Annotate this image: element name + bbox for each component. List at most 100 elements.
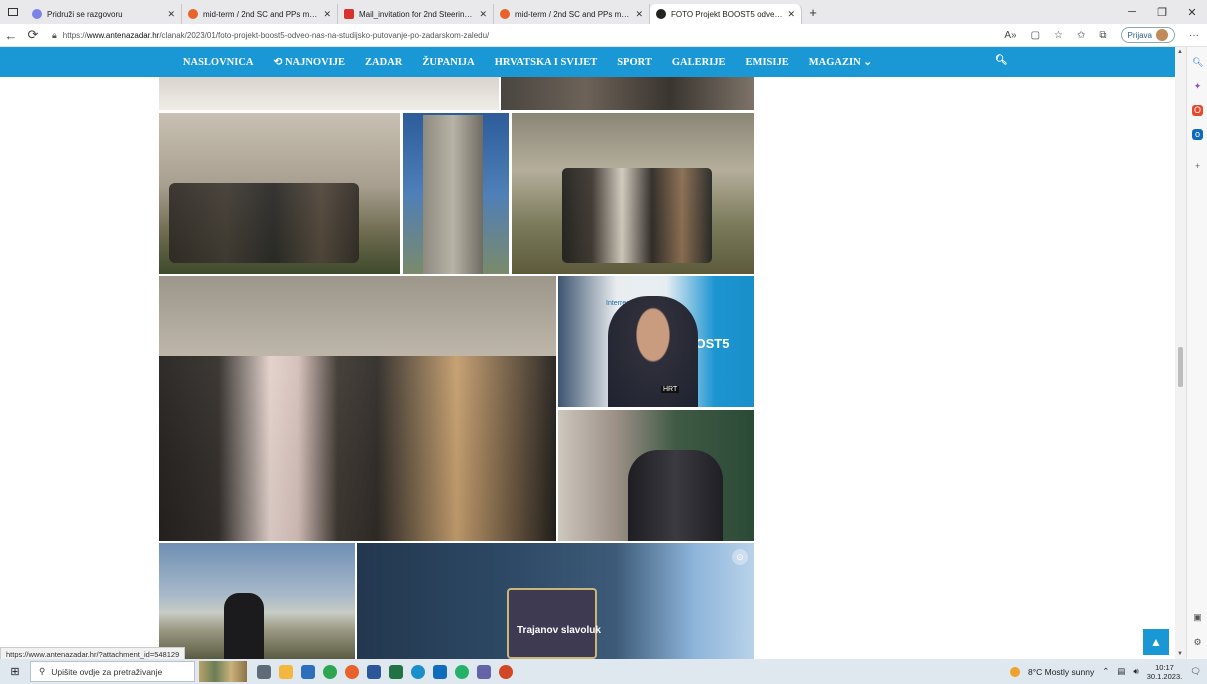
url-host: www.antenazadar.hr xyxy=(86,30,160,40)
teams-icon xyxy=(32,9,42,19)
windows-start-icon[interactable]: ⊞ xyxy=(0,665,30,678)
favorite-star-icon[interactable]: ☆ xyxy=(1054,30,1063,41)
teams-icon[interactable] xyxy=(477,664,491,679)
gallery-photo[interactable] xyxy=(558,410,754,541)
tab-actions-icon[interactable] xyxy=(0,0,26,24)
collections-icon[interactable]: ⧉ xyxy=(1099,30,1106,41)
read-aloud-icon[interactable]: A» xyxy=(1004,30,1016,41)
add-sidebar-icon[interactable]: + xyxy=(1192,161,1203,172)
volume-icon[interactable]: 🔊︎ xyxy=(1133,666,1138,677)
close-tab-icon[interactable]: ✕ xyxy=(787,9,795,20)
close-tab-icon[interactable]: ✕ xyxy=(635,9,643,20)
browser-tab[interactable]: mid-term / 2nd SC and PPs meet ✕ xyxy=(494,4,650,24)
gallery-photo[interactable] xyxy=(159,276,556,541)
firefox-icon[interactable] xyxy=(345,664,359,679)
nav-magazin[interactable]: MAGAZIN ⌄ xyxy=(809,56,872,68)
new-tab-icon[interactable]: + xyxy=(802,5,824,20)
pdf-icon xyxy=(344,9,354,19)
photo-gallery: Interreg BOOST5 HRT Trajanov slavoluk ⊙ xyxy=(0,77,1175,659)
close-tab-icon[interactable]: ✕ xyxy=(323,9,331,20)
search-highlight-image[interactable] xyxy=(199,661,247,682)
nav-sport[interactable]: SPORT xyxy=(617,57,652,68)
outlook-icon[interactable]: o xyxy=(1192,129,1203,140)
settings-gear-icon[interactable]: ⚙ xyxy=(1192,637,1203,648)
nav-hrvatska-i-svijet[interactable]: HRVATSKA I SVIJET xyxy=(495,57,598,68)
taskbar-search-input[interactable]: ⚲ Upišite ovdje za pretraživanje xyxy=(30,661,195,682)
gallery-photo[interactable] xyxy=(159,543,355,659)
address-bar: ← ⟳ 🔒︎ https://www.antenazadar.hr/clanak… xyxy=(0,24,1207,47)
notifications-icon[interactable]: 🗨︎ xyxy=(1190,666,1201,677)
edge-sidebar: 🔍︎ ✦ O o + ▣ ⚙ xyxy=(1186,47,1207,659)
tab-label: mid-term / 2nd SC and PPs meet xyxy=(515,9,632,19)
profile-label: Prijava xyxy=(1127,30,1152,40)
nav-naslovnica[interactable]: NASLOVNICA xyxy=(183,57,254,68)
minimize-icon[interactable]: ─ xyxy=(1117,6,1147,19)
gallery-photo[interactable] xyxy=(501,77,754,110)
weather-sun-icon[interactable] xyxy=(1010,666,1020,677)
nav-zupanija[interactable]: ŽUPANIJA xyxy=(422,57,474,68)
browser-tab[interactable]: Mail_invitation for 2nd Steering C ✕ xyxy=(338,4,494,24)
nav-galerije[interactable]: GALERIJE xyxy=(672,57,726,68)
url-field[interactable]: 🔒︎ https://www.antenazadar.hr/clanak/202… xyxy=(52,30,489,41)
taskbar-clock[interactable]: 10:17 30.1.2023. xyxy=(1147,663,1182,681)
scroll-down-icon[interactable]: ▼ xyxy=(1177,651,1183,657)
zoom-lens-icon[interactable]: ⊙ xyxy=(732,549,748,565)
edge-icon[interactable] xyxy=(411,664,425,679)
more-options-icon[interactable]: ··· xyxy=(1189,30,1199,41)
browser-tab[interactable]: Pridruži se razgovoru ✕ xyxy=(26,4,182,24)
nav-zadar[interactable]: ZADAR xyxy=(365,57,402,68)
favorites-icon[interactable]: ✩ xyxy=(1077,30,1085,41)
search-icon[interactable]: 🔍︎ xyxy=(1192,57,1203,68)
restore-icon[interactable]: ❐ xyxy=(1147,6,1177,19)
scroll-up-icon[interactable]: ▲ xyxy=(1177,49,1183,55)
gallery-photo[interactable] xyxy=(512,113,754,274)
nav-emisije[interactable]: EMISIJE xyxy=(746,57,789,68)
nav-najnovije[interactable]: ⟲ NAJNOVIJE xyxy=(274,56,346,68)
scrollbar-thumb[interactable] xyxy=(1178,347,1183,387)
page-scrollbar[interactable]: ▲ ▼ xyxy=(1175,47,1186,659)
tab-label: mid-term / 2nd SC and PPs meet xyxy=(203,9,320,19)
sidebar-toggle-icon[interactable]: ▣ xyxy=(1192,612,1203,623)
tab-label: Mail_invitation for 2nd Steering C xyxy=(359,9,476,19)
two-women xyxy=(628,450,723,541)
office-icon[interactable]: O xyxy=(1192,105,1203,116)
copilot-icon[interactable]: ✦ xyxy=(1192,81,1203,92)
browser-tab-active[interactable]: FOTO Projekt BOOST5 odveo na ✕ xyxy=(650,4,802,24)
profile-button[interactable]: Prijava xyxy=(1120,27,1175,43)
avatar xyxy=(1156,29,1168,41)
people-group xyxy=(169,183,359,263)
toolbar-actions: A» ▢ ☆ ✩ ⧉ Prijava ··· xyxy=(1004,27,1207,43)
close-tab-icon[interactable]: ✕ xyxy=(167,9,175,20)
back-to-top-button[interactable]: ▲ xyxy=(1143,629,1169,655)
powerpoint-icon[interactable] xyxy=(499,664,513,679)
reload-icon[interactable]: ⟳ xyxy=(22,27,44,43)
gallery-photo[interactable]: Interreg BOOST5 HRT xyxy=(558,276,754,407)
close-tab-icon[interactable]: ✕ xyxy=(479,9,487,20)
gallery-photo[interactable]: Trajanov slavoluk ⊙ xyxy=(357,543,754,659)
back-icon[interactable]: ← xyxy=(0,28,22,43)
search-icon: ⚲ xyxy=(39,666,46,676)
file-explorer-icon[interactable] xyxy=(279,664,293,679)
network-icon[interactable]: ▤ xyxy=(1117,666,1125,677)
close-window-icon[interactable]: ✕ xyxy=(1177,6,1207,19)
interviewee xyxy=(608,296,698,407)
url-path: /clanak/2023/01/foto-projekt-boost5-odve… xyxy=(159,30,490,40)
sign-text: Trajanov slavoluk xyxy=(517,625,601,636)
pinned-apps xyxy=(257,664,513,679)
reader-view-icon[interactable]: ▢ xyxy=(1031,30,1040,41)
outlook-icon[interactable] xyxy=(433,664,447,679)
search-icon[interactable]: 🔍︎ xyxy=(995,55,1008,66)
store-icon[interactable] xyxy=(301,664,315,679)
excel-icon[interactable] xyxy=(389,664,403,679)
browser-tab[interactable]: mid-term / 2nd SC and PPs meet ✕ xyxy=(182,4,338,24)
lock-icon[interactable]: 🔒︎ xyxy=(52,30,57,41)
tray-chevron-icon[interactable]: ⌃ xyxy=(1102,666,1109,677)
chrome-icon[interactable] xyxy=(323,664,337,679)
chat-app-icon[interactable] xyxy=(455,664,469,679)
weather-text[interactable]: 8°C Mostly sunny xyxy=(1028,667,1094,677)
word-icon[interactable] xyxy=(367,664,381,679)
gallery-photo[interactable] xyxy=(159,77,499,110)
gallery-photo[interactable] xyxy=(403,113,509,274)
gallery-photo[interactable] xyxy=(159,113,400,274)
task-view-icon[interactable] xyxy=(257,664,271,679)
